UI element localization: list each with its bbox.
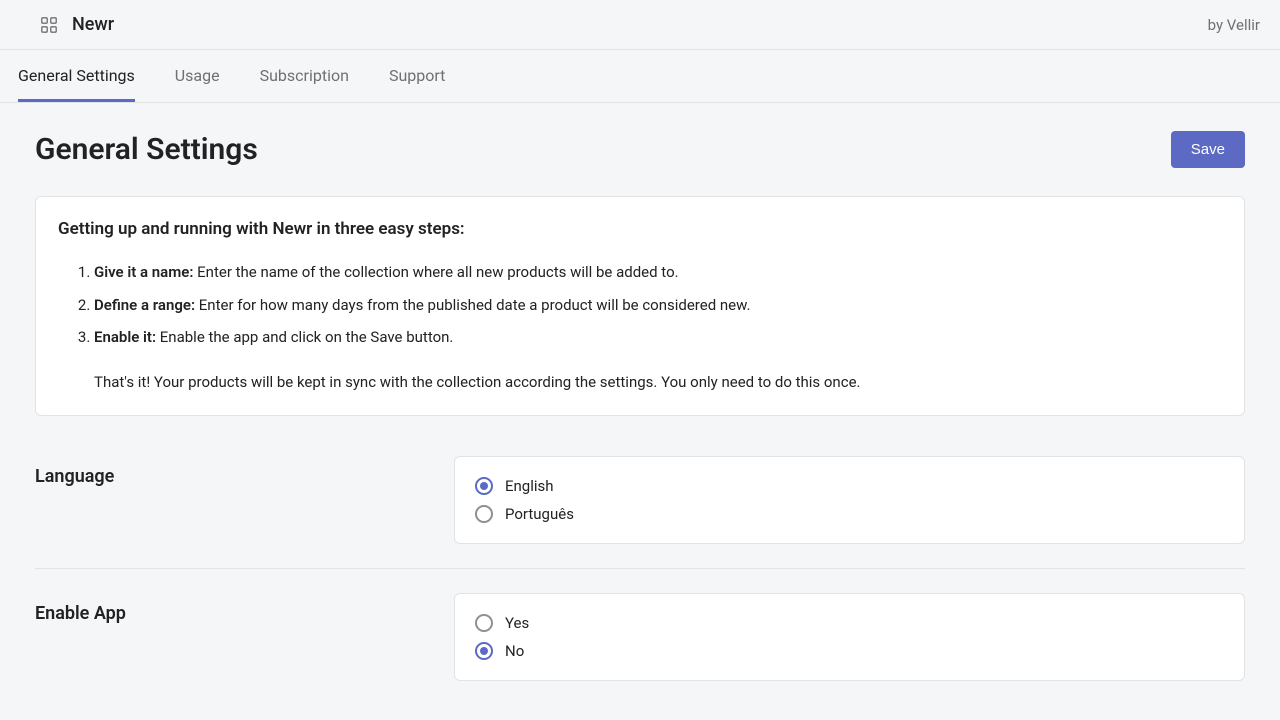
intro-step: Give it a name: Enter the name of the co… [94, 261, 1222, 284]
intro-step: Define a range: Enter for how many days … [94, 294, 1222, 317]
section-enable-title: Enable App [35, 593, 430, 681]
step-label: Give it a name: [94, 263, 193, 281]
radio-icon [475, 614, 493, 632]
radio-label: No [505, 642, 524, 660]
radio-language-english[interactable]: English [475, 477, 1224, 495]
radio-enable-yes[interactable]: Yes [475, 614, 1224, 632]
section-language: Language English Português [35, 456, 1245, 569]
tabs: General Settings Usage Subscription Supp… [0, 49, 1280, 103]
radio-label: Yes [505, 614, 529, 632]
step-label: Enable it: [94, 328, 156, 346]
tab-general-settings[interactable]: General Settings [18, 50, 135, 102]
step-text: Enter the name of the collection where a… [193, 263, 678, 281]
intro-steps: Give it a name: Enter the name of the co… [58, 261, 1222, 349]
step-text: Enable the app and click on the Save but… [156, 328, 453, 346]
section-enable-card: Yes No [454, 593, 1245, 681]
tab-support[interactable]: Support [389, 50, 445, 102]
intro-title: Getting up and running with Newr in thre… [58, 219, 1222, 239]
radio-enable-no[interactable]: No [475, 642, 1224, 660]
tab-usage[interactable]: Usage [175, 50, 220, 102]
radio-language-portugues[interactable]: Português [475, 505, 1224, 523]
step-text: Enter for how many days from the publish… [195, 296, 750, 314]
tab-subscription[interactable]: Subscription [260, 50, 349, 102]
save-button[interactable]: Save [1171, 131, 1245, 168]
radio-icon [475, 505, 493, 523]
page-title: General Settings [35, 132, 258, 167]
content: General Settings Save Getting up and run… [0, 103, 1280, 705]
intro-step: Enable it: Enable the app and click on t… [94, 326, 1222, 349]
app-grid-icon [40, 16, 58, 34]
section-language-title: Language [35, 456, 430, 544]
radio-icon [475, 642, 493, 660]
header: Newr by Vellir [0, 0, 1280, 49]
page-header: General Settings Save [35, 131, 1245, 168]
app-byline: by Vellir [1208, 16, 1260, 34]
app-title: Newr [72, 14, 114, 35]
section-language-card: English Português [454, 456, 1245, 544]
header-left: Newr [40, 14, 114, 35]
intro-card: Getting up and running with Newr in thre… [35, 196, 1245, 416]
radio-icon [475, 477, 493, 495]
step-label: Define a range: [94, 296, 195, 314]
radio-label: English [505, 477, 554, 495]
intro-outro: That's it! Your products will be kept in… [58, 371, 1222, 394]
section-enable-app: Enable App Yes No [35, 593, 1245, 705]
radio-label: Português [505, 505, 574, 523]
